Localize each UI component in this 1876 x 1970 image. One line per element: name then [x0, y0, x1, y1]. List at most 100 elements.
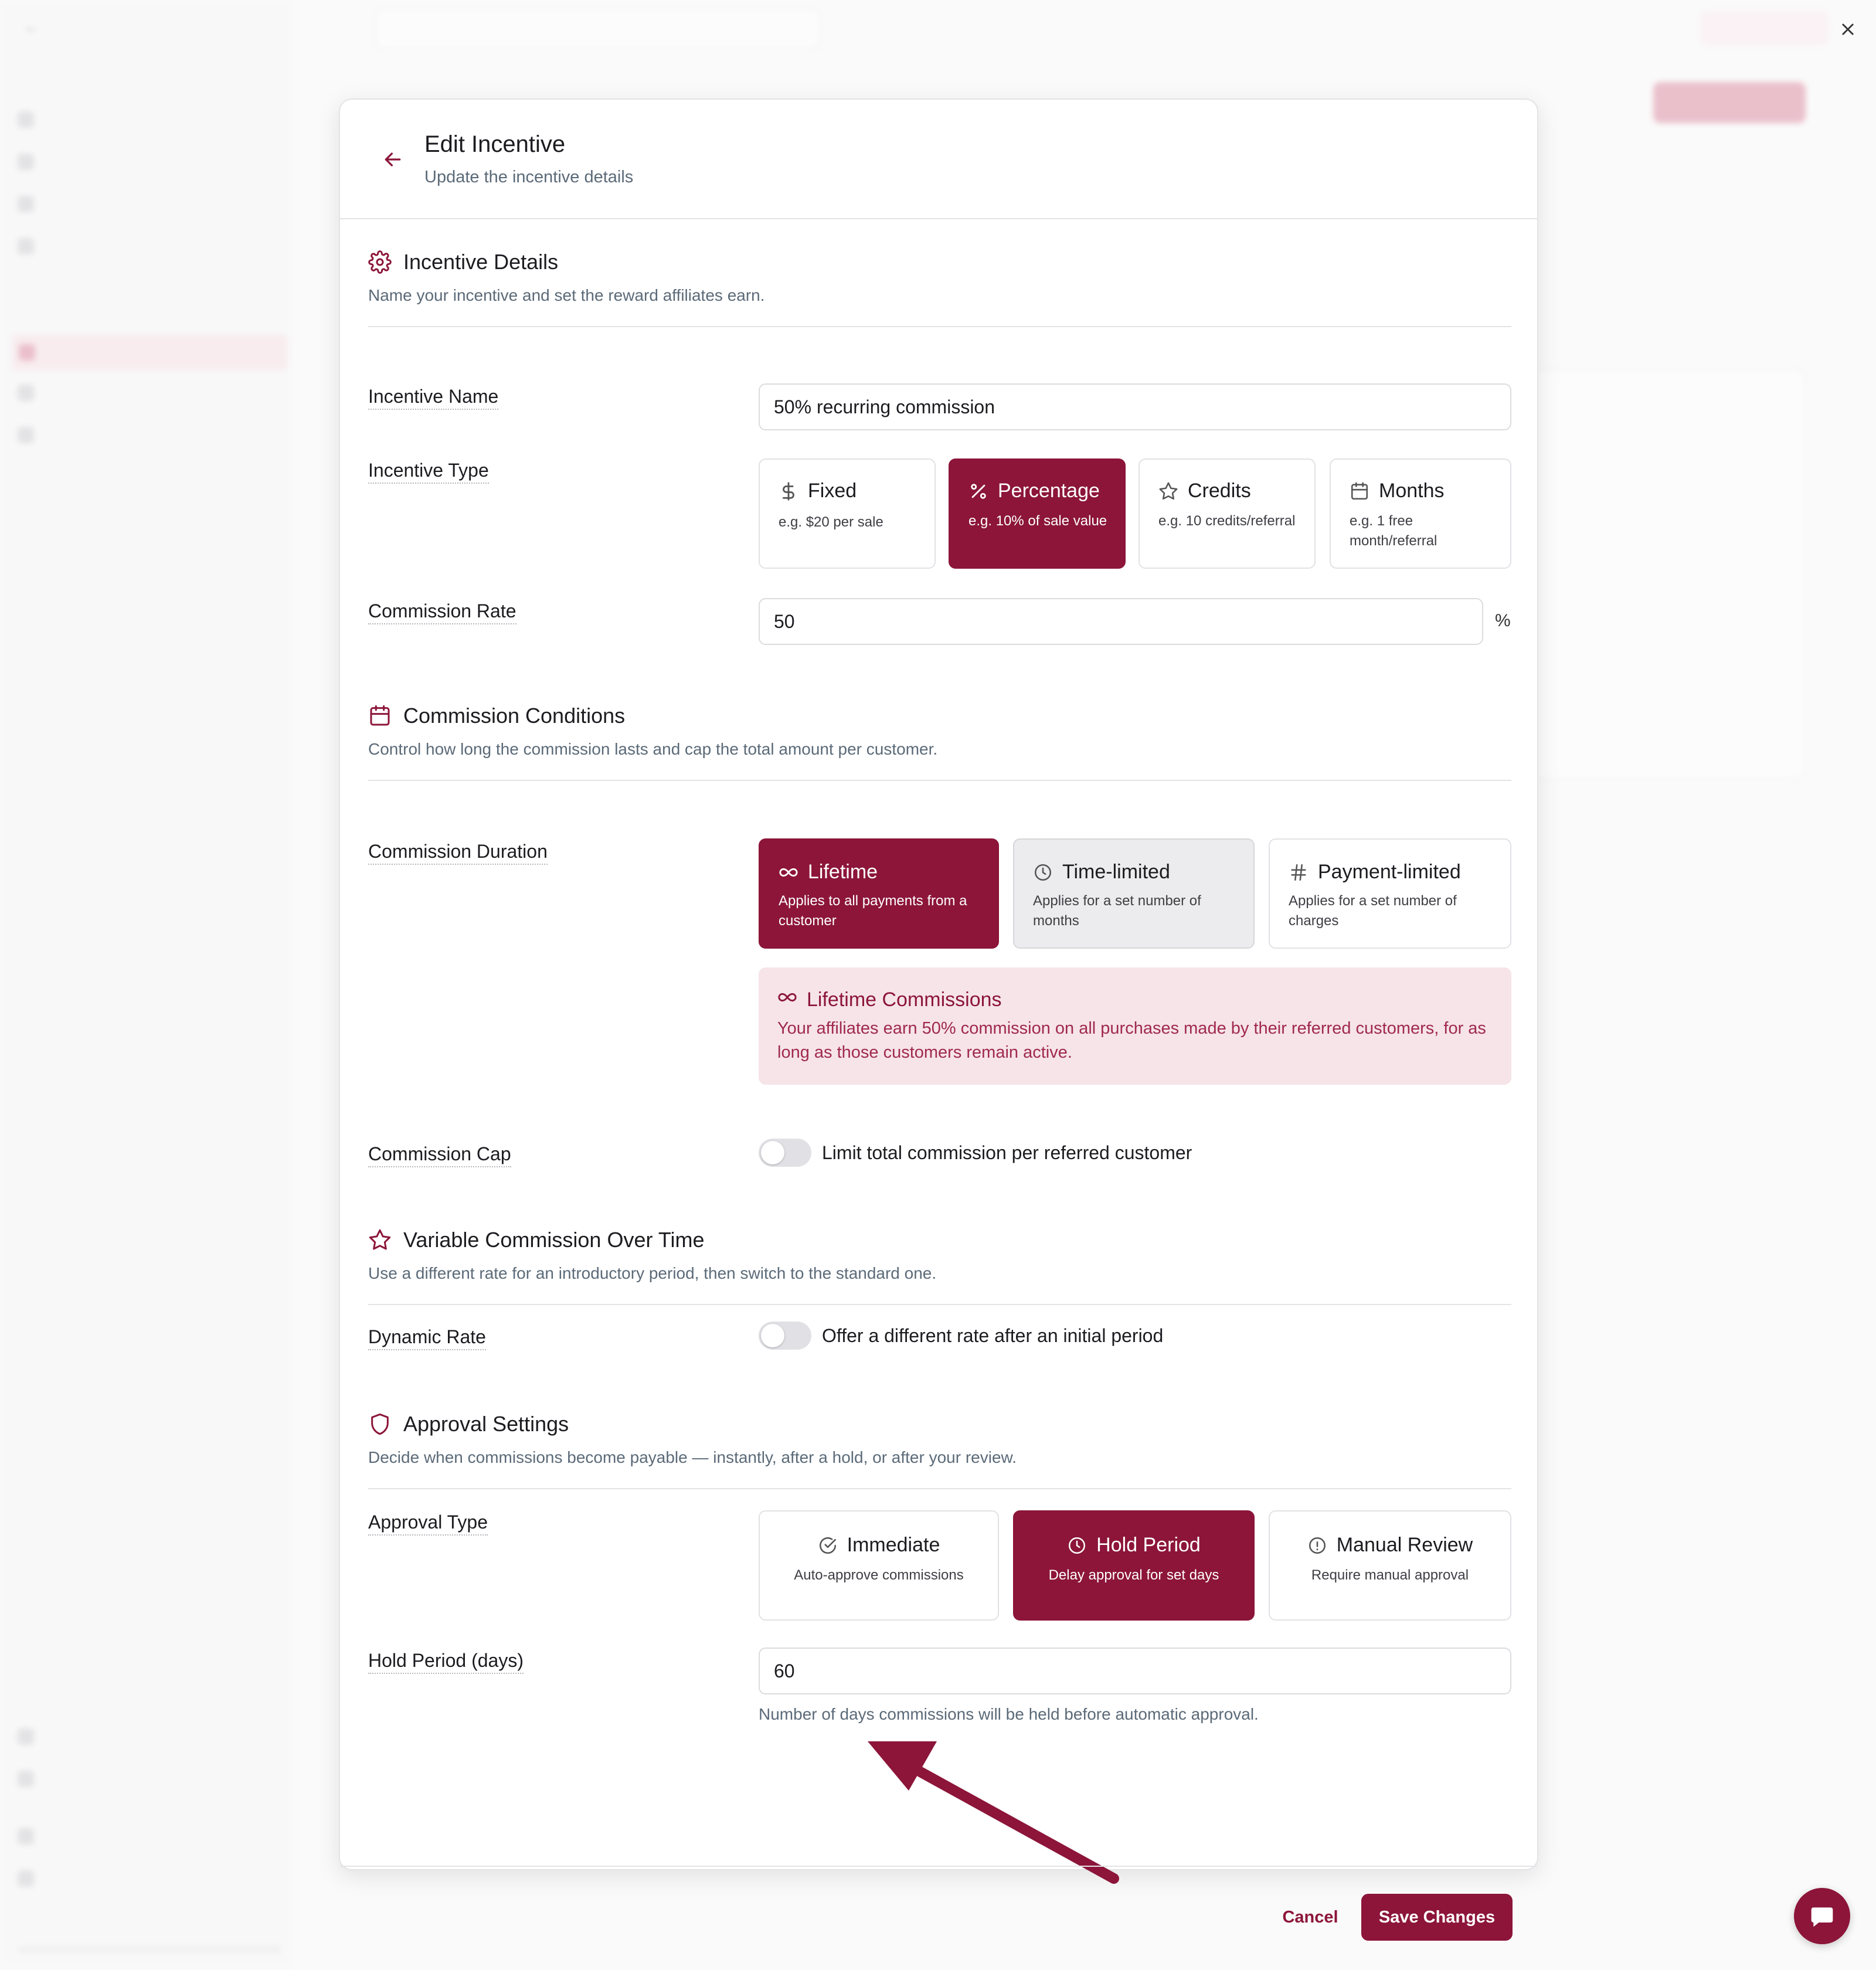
calendar-icon — [368, 704, 392, 728]
cancel-button[interactable]: Cancel — [1260, 1894, 1360, 1941]
option-description: e.g. $20 per sale — [779, 514, 883, 530]
incentive-type-label: Incentive Type — [368, 460, 489, 484]
option-label: Time-limited — [1062, 861, 1170, 883]
incentive-name-input[interactable]: 50% recurring commission — [759, 383, 1511, 430]
incentive-type-months[interactable]: Months e.g. 1 free month/referral — [1330, 458, 1511, 569]
info-text: Your affiliates earn 50% commission on a… — [777, 1019, 1486, 1062]
option-description: e.g. 10 credits/referral — [1158, 513, 1296, 529]
alert-circle-icon — [1307, 1536, 1327, 1555]
dynamic-rate-label: Dynamic Rate — [368, 1326, 486, 1350]
shield-icon — [368, 1412, 392, 1436]
section-title-incentive-details: Incentive Details — [368, 250, 558, 274]
modal-title: Edit Incentive — [424, 131, 566, 157]
section-title-text: Incentive Details — [403, 250, 559, 274]
commission-cap-toggle[interactable] — [759, 1139, 811, 1167]
infinity-icon — [777, 987, 797, 1013]
annotation-arrow-icon — [868, 1741, 1119, 1884]
check-circle-icon — [818, 1536, 838, 1555]
option-description: Delay approval for set days — [1048, 1567, 1219, 1583]
background-top-button — [1536, 11, 1562, 46]
incentive-type-fixed[interactable]: Fixed e.g. $20 per sale — [759, 458, 936, 569]
incentive-type-credits[interactable]: Credits e.g. 10 credits/referral — [1138, 458, 1316, 569]
commission-cap-label: Commission Cap — [368, 1143, 511, 1167]
approval-hold-period[interactable]: Hold Period Delay approval for set days — [1013, 1510, 1255, 1621]
option-description: Applies to all payments from a customer — [779, 893, 967, 929]
section-title-variable-commission: Variable Commission Over Time — [368, 1228, 704, 1252]
background-nav-item — [18, 111, 34, 128]
option-description: Auto-approve commissions — [794, 1567, 964, 1583]
option-description: e.g. 10% of sale value — [968, 513, 1107, 529]
section-description: Name your incentive and set the reward a… — [368, 286, 765, 304]
option-description: e.g. 1 free month/referral — [1350, 513, 1437, 549]
modal-footer-divider — [340, 1866, 1537, 1867]
option-label: Months — [1379, 480, 1445, 502]
option-label: Fixed — [808, 480, 857, 502]
background-nav-item — [18, 238, 34, 254]
approval-type-label: Approval Type — [368, 1512, 488, 1536]
option-description: Applies for a set number of charges — [1289, 893, 1457, 929]
percent-icon — [968, 481, 988, 501]
star-icon — [368, 1228, 392, 1252]
dollar-icon — [779, 481, 798, 501]
commission-rate-label: Commission Rate — [368, 600, 516, 624]
duration-time-limited[interactable]: Time-limited Applies for a set number of… — [1013, 838, 1255, 949]
section-divider — [368, 326, 1511, 327]
modal-header: Edit Incentive Update the incentive deta… — [340, 100, 1537, 219]
section-description: Control how long the commission lasts an… — [368, 740, 938, 758]
back-arrow-icon[interactable] — [381, 148, 405, 171]
background-nav-item — [18, 1771, 34, 1787]
percent-suffix: % — [1495, 611, 1511, 630]
section-description: Use a different rate for an introductory… — [368, 1264, 937, 1282]
approval-manual-review[interactable]: Manual Review Require manual approval — [1269, 1510, 1511, 1621]
option-label: Payment-limited — [1318, 861, 1461, 883]
background-nav-item-active — [12, 334, 287, 371]
commission-rate-input[interactable]: 50 — [759, 598, 1483, 645]
save-changes-button[interactable]: Save Changes — [1361, 1894, 1513, 1941]
option-label: Hold Period — [1096, 1534, 1201, 1556]
background-progress-bar — [18, 1947, 281, 1952]
commission-cap-toggle-label: Limit total commission per referred cust… — [822, 1142, 1192, 1163]
info-title: Lifetime Commissions — [777, 987, 1002, 1013]
dynamic-rate-toggle-label: Offer a different rate after an initial … — [822, 1324, 1164, 1346]
chat-icon[interactable] — [1794, 1888, 1850, 1944]
section-title-text: Approval Settings — [403, 1412, 569, 1436]
option-description: Applies for a set number of months — [1033, 893, 1201, 929]
background-nav-item — [18, 1828, 34, 1845]
incentive-name-label: Incentive Name — [368, 386, 499, 410]
section-title-commission-conditions: Commission Conditions — [368, 704, 625, 728]
incentive-type-percentage[interactable]: Percentage e.g. 10% of sale value — [949, 458, 1126, 569]
background-nav-item — [18, 1728, 34, 1745]
option-label: Credits — [1188, 480, 1251, 502]
approval-immediate[interactable]: Immediate Auto-approve commissions — [759, 1510, 999, 1621]
section-divider — [368, 780, 1511, 781]
infinity-icon — [779, 862, 798, 882]
section-title-text: Variable Commission Over Time — [403, 1228, 705, 1252]
clock-icon — [1033, 862, 1053, 882]
background-top-button — [1700, 11, 1829, 46]
lifetime-info-box: Lifetime Commissions Your affiliates ear… — [759, 967, 1511, 1085]
background-nav-item — [18, 196, 34, 212]
commission-duration-label: Commission Duration — [368, 841, 548, 865]
section-divider — [368, 1304, 1511, 1305]
background-sidebar — [0, 0, 293, 1970]
background-nav-item — [18, 385, 34, 401]
background-nav-item — [18, 1870, 34, 1887]
background-card — [1501, 369, 1806, 780]
background-nav-item — [18, 154, 34, 170]
background-primary-button — [1653, 82, 1806, 123]
hash-icon — [1289, 862, 1309, 882]
modal-subtitle: Update the incentive details — [424, 168, 634, 186]
option-label: Manual Review — [1336, 1534, 1473, 1556]
section-description: Decide when commissions become payable —… — [368, 1448, 1017, 1466]
duration-payment-limited[interactable]: Payment-limited Applies for a set number… — [1269, 838, 1511, 949]
info-title-text: Lifetime Commissions — [807, 989, 1002, 1011]
edit-incentive-modal: Edit Incentive Update the incentive deta… — [339, 98, 1538, 1941]
option-label: Percentage — [998, 480, 1100, 502]
duration-lifetime[interactable]: Lifetime Applies to all payments from a … — [759, 838, 999, 949]
option-label: Lifetime — [808, 861, 878, 883]
close-icon[interactable] — [1835, 16, 1861, 42]
option-label: Immediate — [847, 1534, 940, 1556]
clock-icon — [1067, 1536, 1087, 1555]
star-icon — [1158, 481, 1178, 501]
dynamic-rate-toggle[interactable] — [759, 1322, 811, 1350]
